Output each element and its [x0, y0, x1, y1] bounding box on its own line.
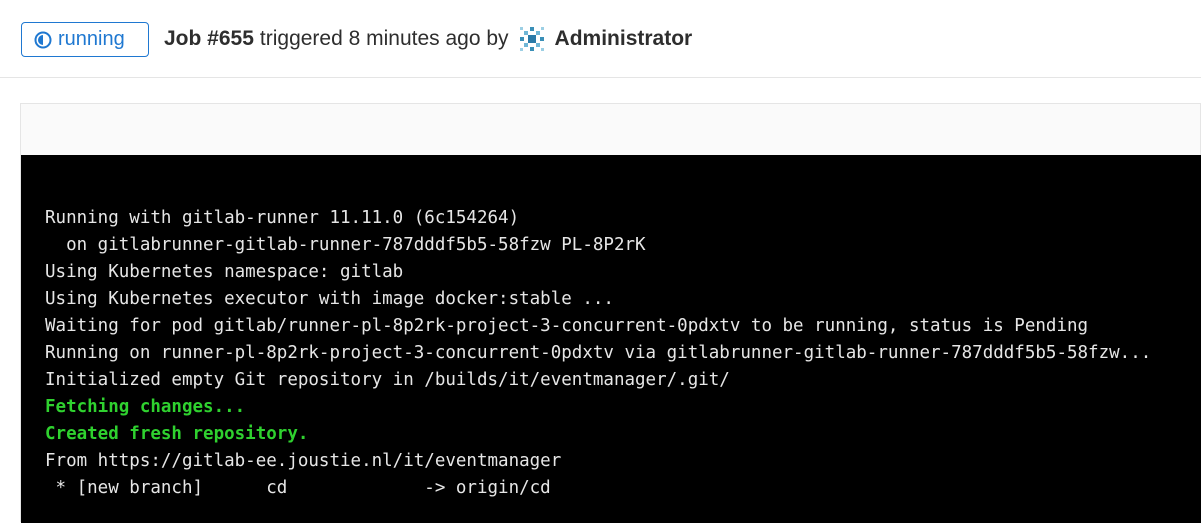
user-link[interactable]: Administrator [555, 27, 693, 51]
job-label: Job #655 [164, 27, 254, 50]
log-line: Running on runner-pl-8p2rk-project-3-con… [45, 343, 1152, 363]
log-line: Initialized empty Git repository in /bui… [45, 370, 730, 390]
triggered-text: triggered 8 minutes ago by [259, 27, 509, 50]
log-line: Running with gitlab-runner 11.11.0 (6c15… [45, 208, 520, 228]
log-line: Fetching changes... [45, 397, 246, 417]
log-line: * [new branch] cd -> origin/cd [45, 478, 551, 498]
log-line: on gitlabrunner-gitlab-runner-787dddf5b5… [45, 235, 646, 255]
avatar[interactable] [519, 26, 545, 52]
log-line: Waiting for pod gitlab/runner-pl-8p2rk-p… [45, 316, 1089, 336]
running-status-icon [34, 31, 52, 49]
job-info: Job #655 triggered 8 minutes ago by Admi… [164, 26, 692, 52]
status-badge[interactable]: running [21, 22, 149, 57]
log-line: Created fresh repository. [45, 424, 309, 444]
job-log[interactable]: Running with gitlab-runner 11.11.0 (6c15… [21, 155, 1201, 523]
log-line: Using Kubernetes namespace: gitlab [45, 262, 404, 282]
job-header: running Job #655 triggered 8 minutes ago… [0, 0, 1201, 78]
status-label: running [58, 28, 125, 50]
log-line: From https://gitlab-ee.joustie.nl/it/eve… [45, 451, 562, 471]
log-line: Using Kubernetes executor with image doc… [45, 289, 614, 309]
job-log-panel: Running with gitlab-runner 11.11.0 (6c15… [20, 103, 1201, 523]
log-toolbar [21, 104, 1200, 155]
